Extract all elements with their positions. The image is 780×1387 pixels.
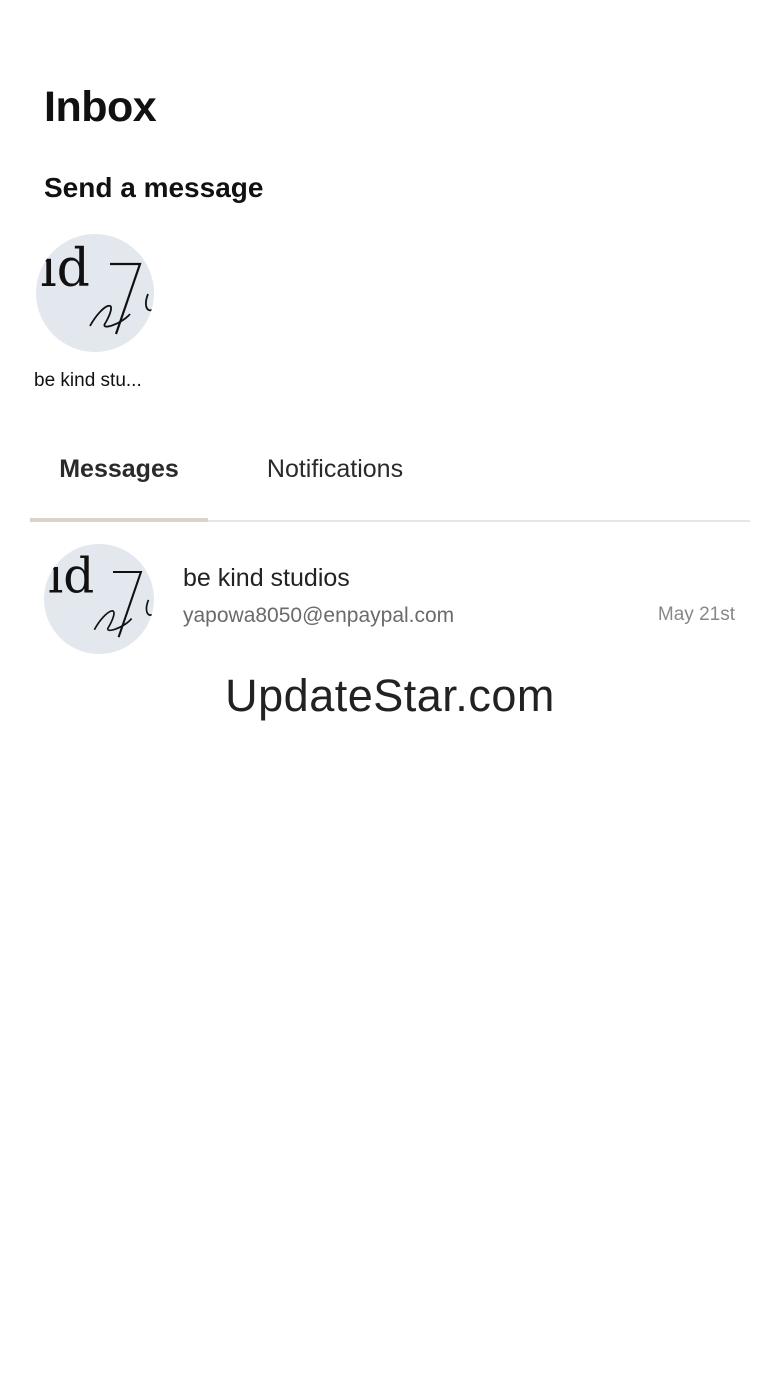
avatar: ıd [44, 544, 154, 654]
tab-messages[interactable]: Messages [30, 440, 208, 522]
logo-icon: ıd [40, 239, 153, 335]
logo-icon: ıd [48, 548, 153, 638]
svg-text:ıd: ıd [48, 548, 95, 604]
avatar: ıd [36, 234, 154, 352]
contact-be-kind-studios[interactable]: ıd be kind stu... [30, 234, 160, 391]
tab-notifications-label: Notifications [266, 455, 404, 483]
svg-text:ıd: ıd [40, 239, 90, 299]
tab-notifications[interactable]: Notifications [240, 440, 430, 520]
watermark: UpdateStar.com [225, 670, 555, 721]
thread-preview: yapowa8050@enpaypal.com [183, 604, 455, 627]
message-thread[interactable]: ıd be kind studios yapowa8050@enpaypal.c… [30, 536, 750, 658]
active-tab-indicator [30, 518, 208, 522]
contact-name: be kind stu... [34, 370, 142, 391]
tab-messages-label: Messages [59, 455, 179, 483]
inbox-tabs: Messages Notifications [30, 440, 750, 522]
page-title: Inbox [44, 83, 157, 131]
send-message-title: Send a message [44, 172, 264, 203]
thread-date: May 21st [657, 604, 735, 625]
thread-sender-name: be kind studios [183, 564, 350, 592]
